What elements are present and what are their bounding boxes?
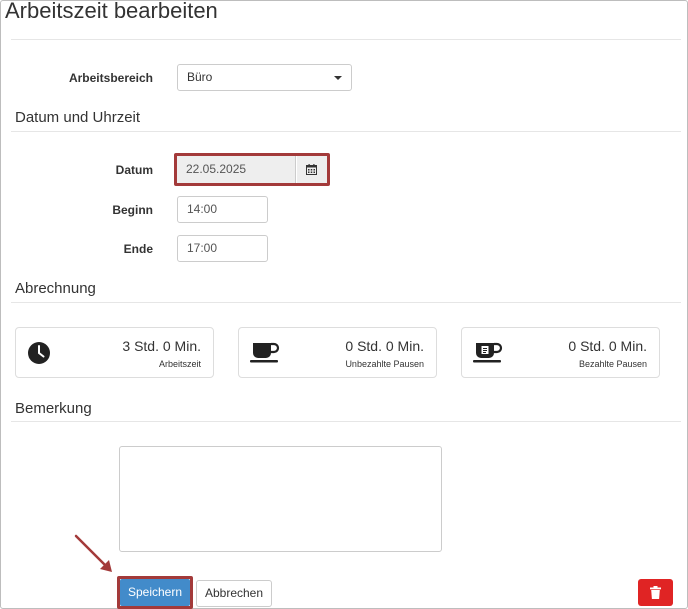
delete-button[interactable] xyxy=(638,579,673,606)
work-time-caption: Arbeitszeit xyxy=(158,359,201,369)
start-time-input[interactable]: 14:00 xyxy=(177,196,268,223)
billing-section-title: Abrechnung xyxy=(15,280,96,297)
datetime-section-title: Datum und Uhrzeit xyxy=(15,109,141,126)
remark-textarea[interactable] xyxy=(119,446,442,552)
paid-coffee-cup-icon xyxy=(473,342,503,363)
unpaid-breaks-caption: Unbezahlte Pausen xyxy=(345,359,424,369)
clock-icon xyxy=(28,342,50,364)
paid-breaks-card: 0 Std. 0 Min. Bezahlte Pausen xyxy=(461,327,660,378)
calendar-icon xyxy=(306,164,317,175)
work-area-value: Büro xyxy=(187,70,213,84)
paid-breaks-caption: Bezahlte Pausen xyxy=(578,359,647,369)
chevron-down-icon xyxy=(334,76,342,80)
work-area-select[interactable]: Büro xyxy=(177,64,352,91)
date-field[interactable]: 22.05.2025 xyxy=(177,156,296,183)
unpaid-breaks-card: 0 Std. 0 Min. Unbezahlte Pausen xyxy=(238,327,437,378)
coffee-cup-icon xyxy=(250,342,280,363)
start-label: Beginn xyxy=(112,203,153,217)
work-area-label: Arbeitsbereich xyxy=(68,71,153,85)
work-time-card: 3 Std. 0 Min. Arbeitszeit xyxy=(15,327,214,378)
datetime-divider xyxy=(11,131,681,132)
remark-section-title: Bemerkung xyxy=(15,400,92,417)
title-divider xyxy=(11,39,681,40)
date-label: Datum xyxy=(115,163,153,177)
cancel-button[interactable]: Abbrechen xyxy=(196,580,272,607)
annotation-arrow-icon xyxy=(74,534,112,572)
save-button[interactable]: Speichern xyxy=(120,579,190,606)
end-label: Ende xyxy=(123,242,153,256)
work-time-value: 3 Std. 0 Min. xyxy=(122,338,201,354)
end-time-input[interactable]: 17:00 xyxy=(177,235,268,262)
paid-breaks-value: 0 Std. 0 Min. xyxy=(568,338,647,354)
unpaid-breaks-value: 0 Std. 0 Min. xyxy=(345,338,424,354)
date-picker-button[interactable] xyxy=(297,156,327,183)
trash-icon xyxy=(650,586,661,599)
remark-divider xyxy=(11,421,681,422)
billing-divider xyxy=(11,302,681,303)
page-title: Arbeitszeit bearbeiten xyxy=(5,0,218,23)
